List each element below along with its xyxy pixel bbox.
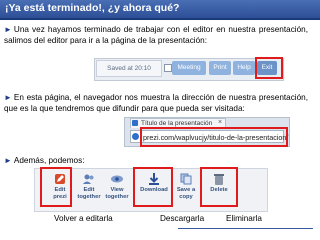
paragraph-options: ► Además, podemos:	[4, 155, 308, 166]
paragraph-text: Una vez hayamos terminado de trabajar co…	[4, 25, 308, 45]
paragraph-text: Además, podemos:	[13, 156, 85, 165]
edit-together-button[interactable]: Edit together	[76, 172, 102, 206]
bullet-arrow-icon: ►	[4, 25, 12, 34]
print-button[interactable]: Print	[209, 61, 231, 75]
globe-icon	[132, 133, 139, 140]
saved-status: Saved at 20:10	[96, 60, 162, 77]
slide-title: ¡Ya está terminado!, ¿y ahora qué?	[5, 2, 180, 14]
meeting-button[interactable]: Meeting	[172, 61, 206, 75]
paragraph-browser-address: ► En esta página, el navegador nos muestr…	[4, 92, 308, 114]
eye-icon	[111, 175, 123, 183]
paragraph-text: En esta página, el navegador nos muestra…	[4, 93, 308, 113]
save-copy-button[interactable]: Save a copy	[174, 172, 198, 206]
meeting-checkbox[interactable]	[164, 64, 172, 72]
delete-highlight-box	[200, 167, 238, 207]
users-icon	[83, 174, 94, 184]
view-together-button[interactable]: View together	[104, 172, 130, 206]
paragraph-exit-editor: ► Una vez hayamos terminado de trabajar c…	[4, 24, 308, 46]
prezi-icon	[132, 120, 138, 126]
edit-highlight-box	[40, 167, 72, 207]
footer-divider	[178, 228, 313, 229]
caption-download: Descargarla	[160, 214, 205, 223]
bullet-arrow-icon: ►	[4, 93, 12, 102]
view-together-label: View together	[105, 187, 129, 200]
download-highlight-box	[133, 167, 173, 207]
url-highlight-box	[140, 127, 288, 147]
exit-highlight-box	[255, 57, 283, 79]
help-button[interactable]: Help	[233, 61, 255, 75]
caption-edit: Volver a editarla	[54, 214, 113, 223]
save-copy-label: Save a copy	[176, 187, 196, 200]
copy-icon	[180, 173, 192, 185]
edit-together-label: Edit together	[77, 187, 101, 200]
caption-delete: Eliminarla	[226, 214, 262, 223]
bullet-arrow-icon: ►	[4, 156, 12, 165]
